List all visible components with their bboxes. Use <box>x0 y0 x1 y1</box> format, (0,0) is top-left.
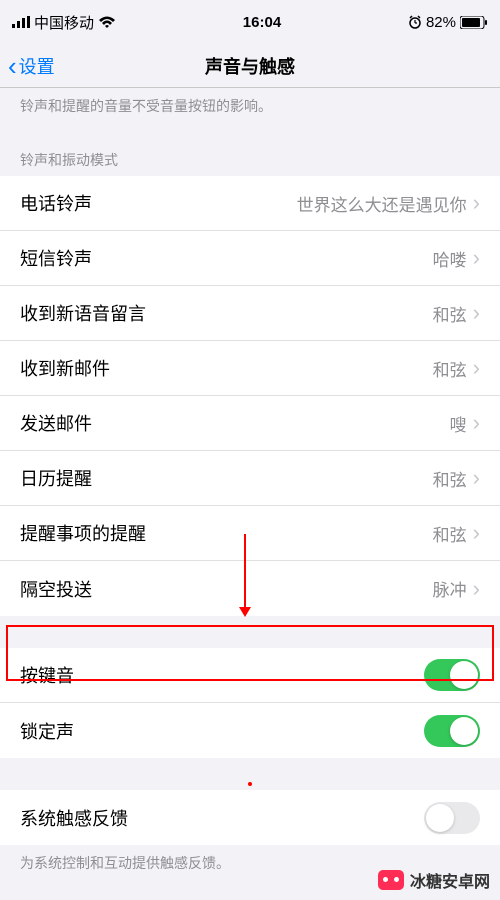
carrier-label: 中国移动 <box>34 12 94 33</box>
row-value: 和弦 <box>433 301 467 326</box>
group-note: 铃声和提醒的音量不受音量按钮的影响。 <box>0 88 500 132</box>
row-value: 哈喽 <box>433 246 467 271</box>
page-title: 声音与触感 <box>205 53 295 79</box>
row-item[interactable]: 收到新邮件和弦› <box>0 341 500 396</box>
battery-icon <box>460 16 488 29</box>
annotation-dot <box>248 782 252 786</box>
toggle-list: 按键音锁定声 <box>0 648 500 758</box>
alarm-icon <box>408 15 422 29</box>
row-label: 锁定声 <box>20 718 424 744</box>
toggle-haptic[interactable] <box>424 802 480 834</box>
row-label: 隔空投送 <box>20 576 433 602</box>
row-label: 按键音 <box>20 662 424 688</box>
ringtone-list: 电话铃声世界这么大还是遇见你›短信铃声哈喽›收到新语音留言和弦›收到新邮件和弦›… <box>0 176 500 616</box>
row-value: 和弦 <box>433 356 467 381</box>
row-label: 电话铃声 <box>20 190 297 216</box>
toggle-switch[interactable] <box>424 715 480 747</box>
row-toggle[interactable]: 锁定声 <box>0 703 500 758</box>
watermark: 冰糖安卓网 <box>378 868 490 892</box>
row-value: 世界这么大还是遇见你 <box>297 191 467 216</box>
row-label: 提醒事项的提醒 <box>20 520 433 546</box>
chevron-right-icon: › <box>473 520 480 546</box>
watermark-icon <box>378 870 404 890</box>
row-item[interactable]: 发送邮件嗖› <box>0 396 500 451</box>
row-label: 收到新语音留言 <box>20 300 433 326</box>
chevron-right-icon: › <box>473 190 480 216</box>
row-toggle[interactable]: 按键音 <box>0 648 500 703</box>
chevron-right-icon: › <box>473 245 480 271</box>
chevron-right-icon: › <box>473 576 480 602</box>
row-value: 嗖 <box>450 411 467 436</box>
row-value: 和弦 <box>433 466 467 491</box>
row-item[interactable]: 短信铃声哈喽› <box>0 231 500 286</box>
status-bar: 中国移动 16:04 82% <box>0 0 500 44</box>
row-label: 发送邮件 <box>20 410 450 436</box>
row-item[interactable]: 电话铃声世界这么大还是遇见你› <box>0 176 500 231</box>
chevron-right-icon: › <box>473 410 480 436</box>
row-label: 日历提醒 <box>20 465 433 491</box>
haptic-list: 系统触感反馈 <box>0 790 500 845</box>
signal-icon <box>12 16 30 28</box>
wifi-icon <box>98 16 116 29</box>
row-label: 系统触感反馈 <box>20 805 424 831</box>
chevron-right-icon: › <box>473 300 480 326</box>
watermark-text: 冰糖安卓网 <box>410 868 490 892</box>
time-label: 16:04 <box>243 14 281 31</box>
chevron-right-icon: › <box>473 465 480 491</box>
row-label: 收到新邮件 <box>20 355 433 381</box>
back-label: 设置 <box>19 53 55 79</box>
row-haptic[interactable]: 系统触感反馈 <box>0 790 500 845</box>
row-item[interactable]: 收到新语音留言和弦› <box>0 286 500 341</box>
group-header: 铃声和振动模式 <box>0 132 500 176</box>
chevron-right-icon: › <box>473 355 480 381</box>
chevron-left-icon: ‹ <box>8 53 17 79</box>
row-value: 和弦 <box>433 521 467 546</box>
annotation-arrow <box>244 534 246 609</box>
nav-bar: ‹ 设置 声音与触感 <box>0 44 500 88</box>
row-item[interactable]: 日历提醒和弦› <box>0 451 500 506</box>
row-item[interactable]: 提醒事项的提醒和弦› <box>0 506 500 561</box>
battery-label: 82% <box>426 14 456 31</box>
row-label: 短信铃声 <box>20 245 433 271</box>
back-button[interactable]: ‹ 设置 <box>8 53 55 79</box>
row-value: 脉冲 <box>433 576 467 601</box>
toggle-switch[interactable] <box>424 659 480 691</box>
